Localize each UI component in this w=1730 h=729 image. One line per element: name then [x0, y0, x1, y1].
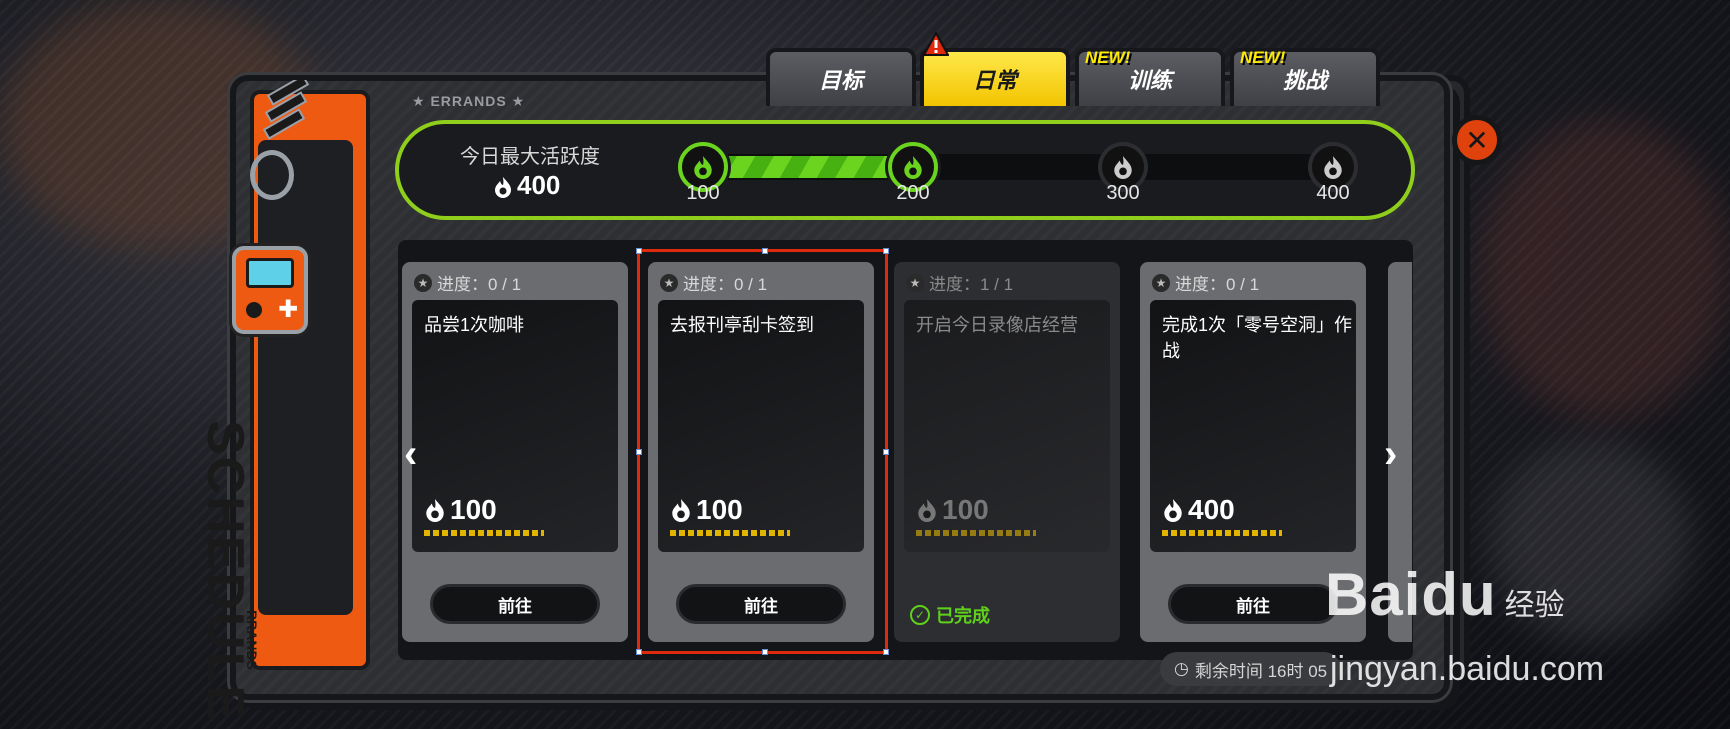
errand-card: ★ 进度：1 / 1 开启今日录像店经营 100 ✓ 已完成 [894, 262, 1120, 642]
card-progress: ★ 进度：1 / 1 [906, 270, 1013, 295]
clip-icon [262, 80, 310, 140]
gameboy-keychain-icon: ✚ [232, 246, 308, 334]
activity-label: 今日最大活跃度 [460, 146, 600, 168]
star-icon: ★ [906, 273, 924, 292]
tab-label: 目标 [818, 68, 863, 93]
flame-icon [918, 499, 936, 522]
star-icon: ★ [414, 273, 432, 292]
milestone-label: 200 [896, 182, 930, 204]
activity-value: 400 [493, 170, 560, 201]
check-icon: ✓ [910, 605, 930, 625]
new-badge: NEW! [1240, 48, 1286, 67]
milestone-label: 300 [1106, 182, 1140, 204]
close-button[interactable]: ✕ [1452, 115, 1502, 165]
tab-goals[interactable]: 目标 [766, 48, 916, 106]
tab-label: 挑战 [1282, 68, 1327, 93]
card-reward: 100 [424, 494, 497, 526]
star-icon: ★ [1152, 273, 1170, 292]
card-reward: 100 [916, 494, 989, 526]
selection-highlight [636, 248, 889, 655]
card-progress: ★ 进度：0 / 1 [414, 270, 521, 295]
alert-icon [923, 32, 949, 56]
keyring-icon [250, 150, 294, 200]
reward-decoration [916, 530, 1036, 536]
reset-timer: ◷ 剩余时间 16时 05 [1160, 652, 1342, 686]
tab-daily[interactable]: 日常 [920, 48, 1070, 106]
errand-card: ★ 进度：0 / 1 品尝1次咖啡 100 前往 [402, 262, 628, 642]
timer-text: 剩余时间 16时 05 [1194, 661, 1328, 681]
milestone-label: 100 [686, 182, 720, 204]
watermark-logo: Baidu 经验 [1325, 561, 1565, 628]
clock-icon: ◷ [1174, 659, 1189, 678]
prev-arrow-icon[interactable]: ‹ [404, 432, 417, 477]
tab-training[interactable]: NEW! 训练 [1075, 48, 1225, 106]
flame-icon [1114, 156, 1132, 179]
flame-icon [426, 499, 444, 522]
tab-challenge[interactable]: NEW! 挑战 [1230, 48, 1380, 106]
next-arrow-icon[interactable]: › [1384, 432, 1397, 477]
card-title: 完成1次「零号空洞」作战 [1162, 315, 1353, 361]
go-button[interactable]: 前往 [1168, 584, 1338, 624]
close-icon: ✕ [1465, 124, 1489, 156]
flame-icon [495, 177, 511, 199]
watermark-url: jingyan.baidu.com [1330, 650, 1605, 688]
side-title: SCHEDULE [196, 420, 254, 723]
activity-progress-fill [700, 156, 913, 178]
flame-icon [694, 156, 712, 179]
flame-icon [1324, 156, 1342, 179]
completed-status: ✓ 已完成 [910, 602, 990, 628]
side-strip-dark [258, 140, 353, 615]
card-title: 开启今日录像店经营 [916, 315, 1078, 335]
side-subtitle: RRANDS [244, 610, 260, 670]
new-badge: NEW! [1085, 48, 1131, 67]
flame-icon [904, 156, 922, 179]
tab-label: 训练 [1127, 68, 1172, 93]
card-title: 品尝1次咖啡 [424, 315, 525, 335]
milestone-label: 400 [1316, 182, 1350, 204]
reward-decoration [1162, 530, 1282, 536]
tab-label: 日常 [972, 68, 1017, 93]
errands-header: ★ ERRANDS ★ [412, 93, 526, 109]
card-progress: ★ 进度：0 / 1 [1152, 270, 1259, 295]
card-reward: 400 [1162, 494, 1235, 526]
go-button[interactable]: 前往 [430, 584, 600, 624]
flame-icon [1164, 499, 1182, 522]
reward-decoration [424, 530, 544, 536]
